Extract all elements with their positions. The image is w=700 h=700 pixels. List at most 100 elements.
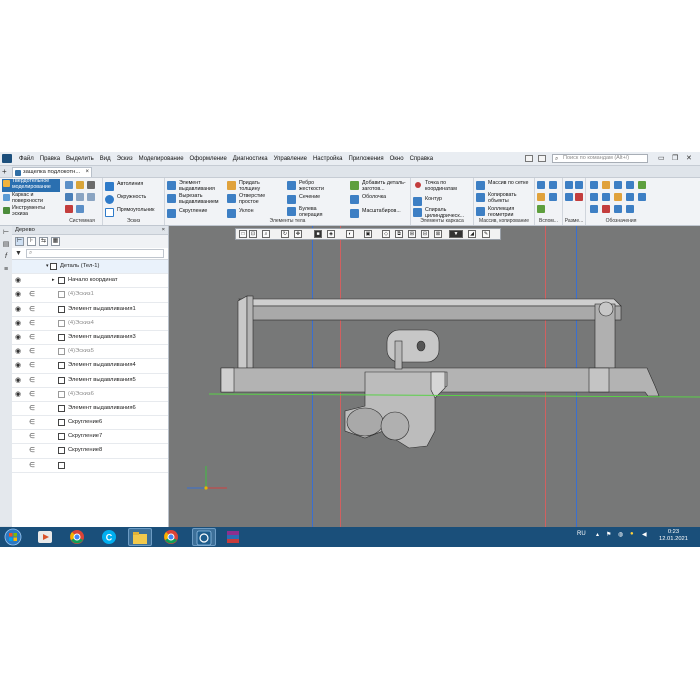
scale-button[interactable]: Масштабиров... [350,208,401,218]
properties-panel-icon[interactable]: ▤ [2,241,10,249]
zoom-icon[interactable]: ⌕ [262,230,270,238]
relations-icon[interactable]: ∈ [29,303,35,316]
visibility-eye-icon[interactable]: ◉ [15,303,21,316]
shell-button[interactable]: Оболочка [350,194,386,204]
circle-button[interactable]: Окружность [105,194,146,204]
build-order-icon[interactable]: ⇆ [39,237,48,246]
menu-item[interactable]: Выделить [63,155,97,163]
save-icon[interactable] [87,181,95,189]
aux-point-icon[interactable] [537,193,545,201]
close-tab-icon[interactable]: × [85,168,89,177]
weld-icon[interactable] [602,193,610,201]
position-icon[interactable] [638,193,646,201]
app-logo-icon[interactable] [2,154,12,163]
visibility-eye-icon[interactable]: ◉ [15,288,21,301]
relations-icon[interactable]: ∈ [29,402,35,415]
media-player-button[interactable] [34,528,56,546]
tree-row[interactable]: ∈ Скругление6 [12,416,168,431]
roughness-icon[interactable] [590,181,598,189]
visibility-eye-icon[interactable]: ◉ [15,388,21,401]
properties-icon[interactable] [76,205,84,213]
copy-objects-button[interactable]: Копировать объекты [476,192,524,204]
base-icon[interactable] [614,181,622,189]
leader-icon[interactable] [602,181,610,189]
aux-lcs-icon[interactable] [537,205,545,213]
winrar-button[interactable] [222,528,246,546]
tree-row[interactable]: ◉ ∈ (4)Эскиз5 [12,345,168,360]
filter-options-icon[interactable]: ◢ [468,230,476,238]
mark-icon[interactable] [590,193,598,201]
aux-axis-icon[interactable] [549,181,557,189]
screen-icon[interactable] [538,155,546,162]
menu-item[interactable]: Эскиз [114,155,136,163]
show-hidden-icons-icon[interactable]: ▴ [596,531,599,538]
thread-icon[interactable] [614,193,622,201]
layers-panel-icon[interactable]: ≡ [2,266,10,274]
new-document-icon[interactable] [65,181,73,189]
fillet-button[interactable]: Скругление [167,208,207,218]
visibility-eye-icon[interactable]: ◉ [15,359,21,372]
relations-icon[interactable]: ∈ [29,317,35,330]
undo-icon[interactable] [76,193,84,201]
menu-item[interactable]: Настройка [310,155,346,163]
aux-line-icon[interactable] [549,193,557,201]
fit-view-icon[interactable]: ⊞ [408,230,416,238]
visibility-icon[interactable]: ◐ [346,230,354,238]
tree-row[interactable]: ◉ ▸ Начало координат [12,274,168,289]
3d-model[interactable] [169,226,700,527]
thicken-button[interactable]: Придать толщину [227,180,267,192]
snap-icon[interactable]: ⊠ [434,230,442,238]
tree-row[interactable]: ◉ ∈ (4)Эскиз4 [12,317,168,331]
redo-icon[interactable] [87,193,95,201]
diameter-dimension-icon[interactable] [575,193,583,201]
cut-extrude-button[interactable]: Вырезать выдавливанием [167,193,219,205]
display-style-icon[interactable]: ◈ [327,230,335,238]
orbit-icon[interactable]: ↻ [281,230,289,238]
tree-row[interactable]: ◉ ∈ (4)Эскиз6 [12,388,168,402]
text-icon[interactable] [638,181,646,189]
visibility-eye-icon[interactable]: ◉ [15,374,21,387]
tree-row[interactable]: ◉ ∈ Элемент выдавливания1 [12,303,168,317]
relations-icon[interactable]: ∈ [29,331,35,344]
language-indicator[interactable]: RU [577,531,586,537]
relations-icon[interactable]: ∈ [29,388,35,401]
skype-button[interactable]: C [98,528,120,546]
zoom-window-icon[interactable]: □ [239,230,247,238]
file-explorer-button[interactable] [128,528,152,546]
menu-item[interactable]: Моделирование [136,155,187,163]
mode-wireframe-surfaces[interactable]: Каркас и поверхности [2,192,60,205]
menu-item[interactable]: Файл [16,155,37,163]
network-icon[interactable]: ◍ [618,531,623,538]
perspective-icon[interactable]: ◇ [382,230,390,238]
tree-panel-icon[interactable]: ⊢ [2,229,10,237]
linear-dimension-icon[interactable] [565,181,573,189]
simple-hole-button[interactable]: Отверстие простое [227,193,267,205]
relations-icon[interactable]: ∈ [29,359,35,372]
selection-filter-icon[interactable]: ▼ [449,230,463,238]
tree-row[interactable]: ∈ Скругление7 [12,430,168,445]
view-orientation-icon[interactable]: ■ [314,230,322,238]
radial-dimension-icon[interactable] [575,181,583,189]
tree-row[interactable]: ◉ ∈ Элемент выдавливания5 [12,374,168,388]
tree-row[interactable]: ◉ ∈ (4)Эскиз1 [12,288,168,303]
relations-icon[interactable]: ∈ [29,288,35,301]
menu-item[interactable]: Правка [37,155,63,163]
contour-button[interactable]: Контур [413,196,442,206]
draft-button[interactable]: Уклон [227,208,254,218]
relations-icon[interactable]: ∈ [29,459,35,472]
show-all-icon[interactable]: ⊡ [249,230,257,238]
pen-tool-icon[interactable]: ✎ [482,230,490,238]
visibility-eye-icon[interactable]: ◉ [15,274,21,287]
tree-search-input[interactable]: ⌕ [26,249,164,258]
extrude-button[interactable]: Элемент выдавливания [167,180,215,192]
show-settings-icon[interactable]: ▦ [51,237,60,246]
command-search-input[interactable]: ⌕ Поиск по командам (Alt+/) [552,154,648,163]
power-icon[interactable]: ● [630,531,634,537]
menu-item[interactable]: Справка [407,155,437,163]
restore-icon[interactable]: ❐ [672,154,678,162]
system-clock[interactable]: 0:23 12.01.2021 [659,529,688,543]
open-document-icon[interactable] [76,181,84,189]
rib-button[interactable]: Ребро жесткости [287,180,329,192]
tree-row[interactable]: ∈ Скругление8 [12,444,168,459]
close-icon[interactable]: ✕ [686,154,692,162]
